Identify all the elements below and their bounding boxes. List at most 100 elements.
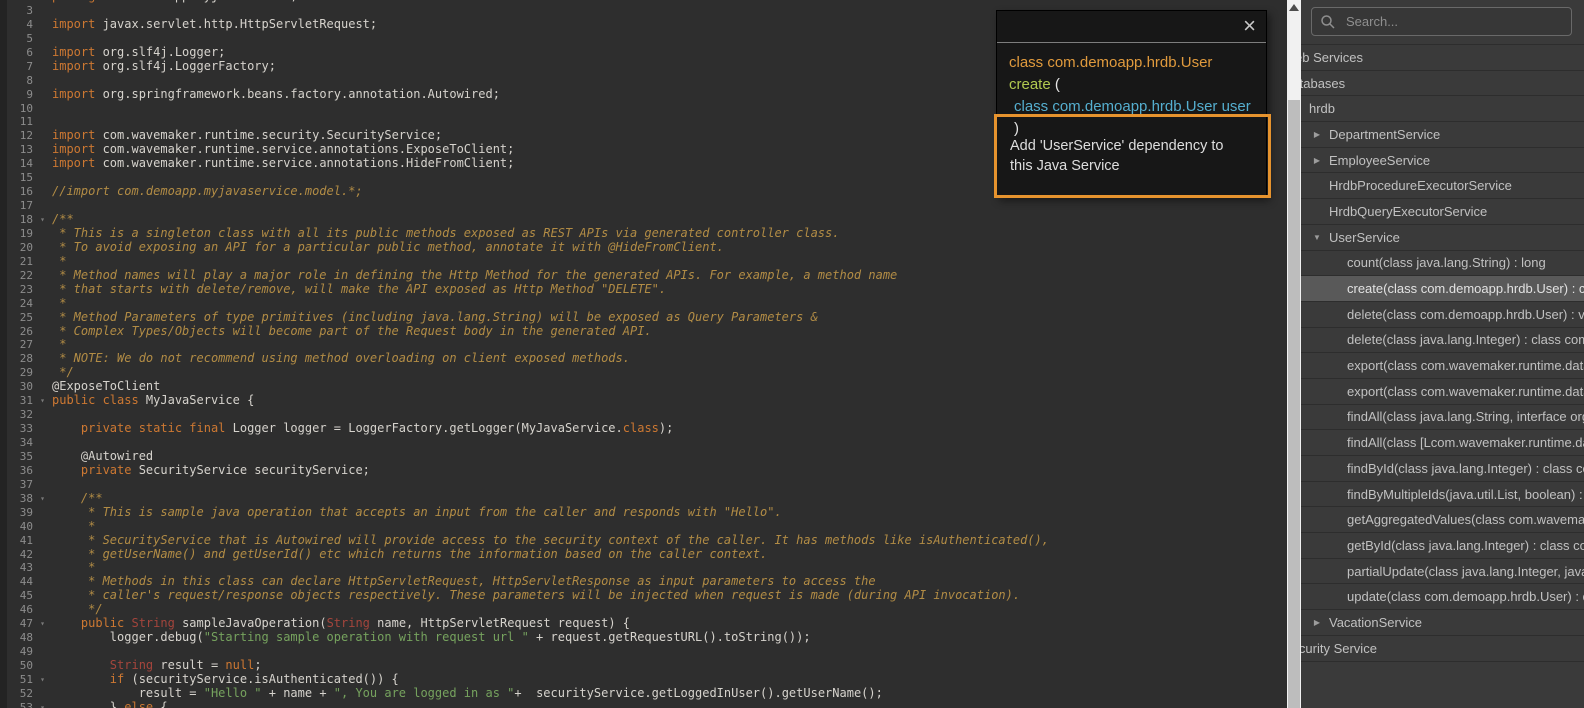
code-line[interactable]: 30@ExposeToClient — [7, 380, 1287, 394]
code-line[interactable]: 48 logger.debug("Starting sample operati… — [7, 631, 1287, 645]
code-line[interactable]: 20 * To avoid exposing an API for a part… — [7, 241, 1287, 255]
tree-item[interactable]: HrdbProcedureExecutorService — [1301, 173, 1584, 199]
code-line[interactable]: 45 * caller's request/response objects r… — [7, 589, 1287, 603]
tree-item-label: Security Service — [1301, 641, 1377, 656]
code-line[interactable]: 27 * — [7, 338, 1287, 352]
code-line[interactable]: 46 */ — [7, 603, 1287, 617]
code-line[interactable]: 22 * Method names will play a major role… — [7, 269, 1287, 283]
tree-method-item[interactable]: partialUpdate(class java.lang.Integer, j… — [1301, 559, 1584, 585]
scroll-up-icon[interactable] — [1289, 4, 1299, 11]
code-line[interactable]: 36 private SecurityService securityServi… — [7, 464, 1287, 478]
code-line[interactable]: 40 * — [7, 520, 1287, 534]
search-input[interactable] — [1344, 13, 1563, 30]
tree-method-item[interactable]: export(class com.wavemaker.runtime.data.… — [1301, 353, 1584, 379]
close-icon[interactable]: × — [1243, 12, 1256, 40]
code-line[interactable]: 18▾/** — [7, 213, 1287, 227]
line-number: 9 — [7, 88, 33, 102]
tree-item[interactable]: ▶VacationService — [1301, 610, 1584, 636]
code-line[interactable]: 43 * — [7, 561, 1287, 575]
tree-item[interactable]: Databases — [1301, 71, 1584, 97]
dependency-hint-box: Add 'UserService' dependency to this Jav… — [994, 114, 1271, 198]
tree-method-item[interactable]: update(class com.demoapp.hrdb.User) : cl… — [1301, 584, 1584, 610]
code-line[interactable]: 53▾ } else { — [7, 701, 1287, 708]
code-text: * Method names will play a major role in… — [52, 269, 897, 283]
line-number: 7 — [7, 60, 33, 74]
fold-gutter — [33, 338, 52, 352]
tree-method-item[interactable]: findAll(class java.lang.String, interfac… — [1301, 405, 1584, 431]
tree-item[interactable]: ▼UserService — [1301, 225, 1584, 251]
code-line[interactable]: 19 * This is a singleton class with all … — [7, 227, 1287, 241]
scrollbar-thumb[interactable] — [1288, 100, 1300, 708]
code-line[interactable]: 26 * Complex Types/Objects will become p… — [7, 325, 1287, 339]
tree-method-item[interactable]: create(class com.demoapp.hrdb.User) : cl… — [1301, 276, 1584, 302]
chevron-right-icon[interactable]: ▶ — [1311, 156, 1323, 165]
tree-method-item[interactable]: findAll(class [Lcom.wavemaker.runtime.da… — [1301, 430, 1584, 456]
fold-arrow-icon[interactable]: ▾ — [33, 394, 52, 408]
code-line[interactable]: 39 * This is sample java operation that … — [7, 506, 1287, 520]
tree-method-item[interactable]: export(class com.wavemaker.runtime.data.… — [1301, 379, 1584, 405]
tree-method-item[interactable]: getAggregatedValues(class com.wavemaker.… — [1301, 507, 1584, 533]
fold-arrow-icon[interactable]: ▾ — [33, 213, 52, 227]
line-number: 10 — [7, 102, 33, 116]
code-line[interactable]: 25 * Method Parameters of type primitive… — [7, 311, 1287, 325]
line-number: 44 — [7, 575, 33, 589]
tree-item[interactable]: hrdb — [1301, 96, 1584, 122]
code-text: import org.slf4j.LoggerFactory; — [52, 60, 276, 74]
fold-arrow-icon[interactable]: ▾ — [33, 617, 52, 631]
fold-gutter — [33, 325, 52, 339]
code-text: * Complex Types/Objects will become part… — [52, 325, 652, 339]
fold-arrow-icon[interactable]: ▾ — [33, 673, 52, 687]
code-line[interactable]: 44 * Methods in this class can declare H… — [7, 575, 1287, 589]
fold-gutter — [33, 659, 52, 673]
fold-arrow-icon[interactable]: ▾ — [33, 492, 52, 506]
code-line[interactable]: 29 */ — [7, 366, 1287, 380]
tree-method-item[interactable]: getById(class java.lang.Integer) : class… — [1301, 533, 1584, 559]
code-text: import com.wavemaker.runtime.service.ann… — [52, 157, 514, 171]
code-line[interactable]: 33 private static final Logger logger = … — [7, 422, 1287, 436]
code-text: * Methods in this class can declare Http… — [52, 575, 876, 589]
fold-arrow-icon[interactable]: ▾ — [33, 701, 52, 708]
tree-method-item[interactable]: count(class java.lang.String) : long — [1301, 251, 1584, 277]
vertical-scrollbar[interactable] — [1287, 0, 1301, 708]
tree-item[interactable]: ▶EmployeeService — [1301, 148, 1584, 174]
line-number: 34 — [7, 436, 33, 450]
tree-item-label: hrdb — [1309, 101, 1335, 116]
code-line[interactable]: 17 — [7, 199, 1287, 213]
code-line[interactable]: 23 * that starts with delete/remove, wil… — [7, 283, 1287, 297]
code-line[interactable]: 38▾ /** — [7, 492, 1287, 506]
code-line[interactable]: 51▾ if (securityService.isAuthenticated(… — [7, 673, 1287, 687]
chevron-right-icon[interactable]: ▶ — [1311, 130, 1323, 139]
tree-item[interactable]: ▶DepartmentService — [1301, 122, 1584, 148]
fold-gutter — [33, 241, 52, 255]
code-line[interactable]: 28 * NOTE: We do not recommend using met… — [7, 352, 1287, 366]
code-line[interactable]: 42 * getUserName() and getUserId() etc w… — [7, 548, 1287, 562]
tree-method-item[interactable]: findById(class java.lang.Integer) : clas… — [1301, 456, 1584, 482]
line-number: 4 — [7, 18, 33, 32]
tree-item[interactable]: Security Service — [1301, 636, 1584, 662]
line-number: 14 — [7, 157, 33, 171]
code-line[interactable]: 21 * — [7, 255, 1287, 269]
code-line[interactable]: 37 — [7, 478, 1287, 492]
tree-item-label: getAggregatedValues(class com.wavemaker.… — [1347, 512, 1584, 527]
fold-gutter — [33, 88, 52, 102]
code-line[interactable]: 31▾public class MyJavaService { — [7, 394, 1287, 408]
chevron-right-icon[interactable]: ▶ — [1311, 618, 1323, 627]
code-line[interactable]: 32 — [7, 408, 1287, 422]
tree-method-item[interactable]: delete(class java.lang.Integer) : class … — [1301, 328, 1584, 354]
code-line[interactable]: 41 * SecurityService that is Autowired w… — [7, 534, 1287, 548]
code-line[interactable]: 34 — [7, 436, 1287, 450]
code-line[interactable]: 47▾ public String sampleJavaOperation(St… — [7, 617, 1287, 631]
line-number: 29 — [7, 366, 33, 380]
code-text: import org.slf4j.Logger; — [52, 46, 225, 60]
code-line[interactable]: 49 — [7, 645, 1287, 659]
code-line[interactable]: 24 * — [7, 297, 1287, 311]
code-line[interactable]: 50 String result = null; — [7, 659, 1287, 673]
code-line[interactable]: 35 @Autowired — [7, 450, 1287, 464]
tree-method-item[interactable]: delete(class com.demoapp.hrdb.User) : vo… — [1301, 302, 1584, 328]
tree-item[interactable]: Web Services — [1301, 45, 1584, 71]
code-line[interactable]: 52 result = "Hello " + name + ", You are… — [7, 687, 1287, 701]
search-input-box[interactable] — [1311, 7, 1572, 36]
chevron-down-icon[interactable]: ▼ — [1311, 233, 1323, 242]
tree-method-item[interactable]: findByMultipleIds(java.util.List, boolea… — [1301, 482, 1584, 508]
tree-item[interactable]: HrdbQueryExecutorService — [1301, 199, 1584, 225]
